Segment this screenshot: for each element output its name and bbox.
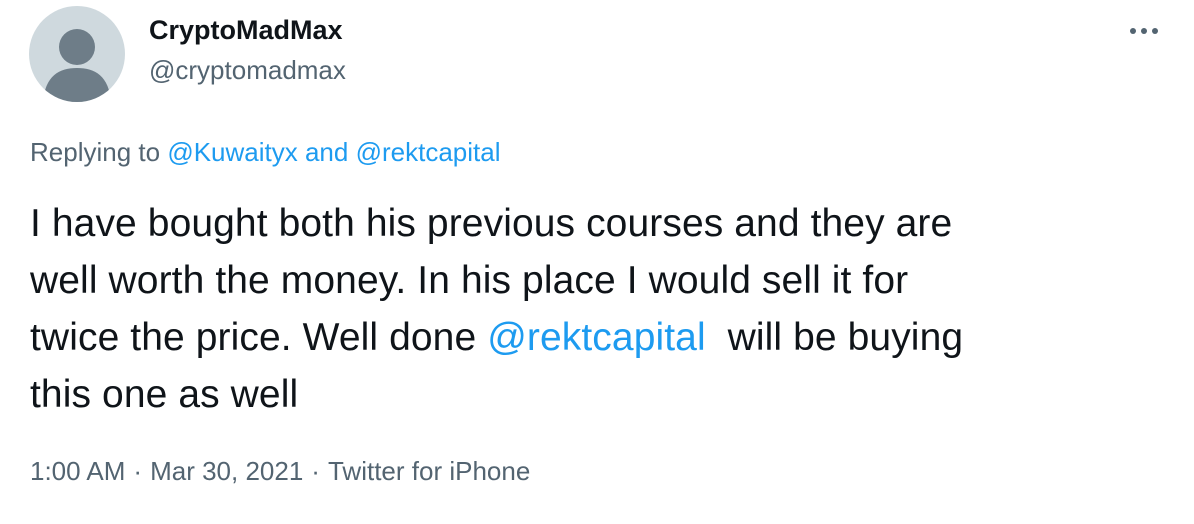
tweet-text-segment: twice the price. Well done xyxy=(30,316,488,359)
mention-link-rektcapital[interactable]: @rektcapital xyxy=(356,137,501,167)
tweet-text-line: this one as well xyxy=(30,373,299,416)
mention-link-kuwaityx[interactable]: @Kuwaityx xyxy=(167,137,297,167)
tweet-metadata: 1:00 AM · Mar 30, 2021 · Twitter for iPhone xyxy=(30,454,530,488)
author-handle[interactable]: @cryptomadmax xyxy=(149,53,346,87)
reply-context-prefix: Replying to xyxy=(30,137,168,167)
tweet-text-segment: will be buying xyxy=(705,316,964,359)
tweet-source[interactable]: Twitter for iPhone xyxy=(328,456,530,486)
separator: · xyxy=(133,456,143,486)
reply-context-joiner: and xyxy=(297,137,356,167)
tweet-time[interactable]: 1:00 AM xyxy=(30,456,125,486)
tweet-text-line: well worth the money. In his place I wou… xyxy=(30,259,909,302)
default-profile-icon xyxy=(43,29,111,102)
tweet-text-line: twice the price. Well done @rektcapital … xyxy=(30,309,1160,366)
reply-context: Replying to @Kuwaityx and @rektcapital xyxy=(30,134,500,170)
tweet-card: CryptoMadMax @cryptomadmax Replying to @… xyxy=(0,0,1194,524)
mention-link-rektcapital[interactable]: @rektcapital xyxy=(487,316,706,359)
tweet-date[interactable]: Mar 30, 2021 xyxy=(150,456,303,486)
tweet-text: I have bought both his previous courses … xyxy=(30,195,1160,423)
more-options-button[interactable] xyxy=(1124,16,1164,46)
tweet-text-line: I have bought both his previous courses … xyxy=(30,202,953,245)
separator: · xyxy=(311,456,320,486)
author-display-name[interactable]: CryptoMadMax xyxy=(149,13,343,47)
more-dots-icon xyxy=(1130,28,1158,34)
avatar[interactable] xyxy=(29,6,125,102)
